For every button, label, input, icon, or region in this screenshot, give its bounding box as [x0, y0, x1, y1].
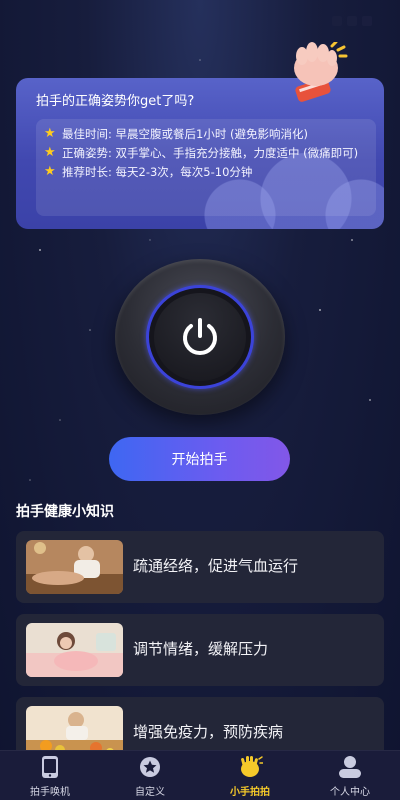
tip-title: 拍手的正确姿势你get了吗?	[36, 94, 195, 109]
star-icon: ★	[44, 145, 56, 160]
bottom-tab-bar: 拍手唤机 自定义 小手拍拍 个人中心	[0, 750, 400, 800]
tab-label: 个人中心	[330, 786, 370, 798]
knowledge-card-label: 增强免疫力，预防疾病	[133, 723, 284, 741]
tab-profile[interactable]: 个人中心	[300, 754, 400, 798]
power-button-ring	[146, 285, 254, 389]
tip-item-text: 最佳时间: 早晨空腹或餐后1小时 (避免影响消化)	[62, 127, 308, 141]
clapping-hand-illustration	[294, 42, 348, 102]
power-button-face	[154, 293, 246, 381]
tip-item-text: 推荐时长: 每天2-3次，每次5-10分钟	[62, 165, 253, 179]
user-icon	[337, 754, 363, 780]
battery-icon	[362, 16, 372, 26]
tab-little-hands[interactable]: 小手拍拍	[200, 754, 300, 798]
massage-thumbnail	[26, 540, 123, 594]
start-clapping-button[interactable]: 开始拍手	[109, 437, 290, 481]
tab-custom[interactable]: 自定义	[100, 754, 200, 798]
knowledge-card[interactable]: 疏通经络，促进气血运行	[16, 531, 384, 603]
tip-item: ★ 正确姿势: 双手掌心、手指充分接触，力度适中 (微痛即可)	[44, 145, 366, 161]
star-icon: ★	[44, 164, 56, 179]
knowledge-section-title: 拍手健康小知识	[16, 504, 114, 520]
tab-label: 拍手唤机	[30, 786, 70, 798]
tip-item: ★ 推荐时长: 每天2-3次，每次5-10分钟	[44, 164, 366, 180]
tab-label: 小手拍拍	[230, 786, 270, 798]
relaxing-woman-thumbnail	[26, 623, 123, 677]
star-badge-icon	[139, 754, 161, 780]
knowledge-card[interactable]: 调节情绪，缓解压力	[16, 614, 384, 686]
tab-clap-wake[interactable]: 拍手唤机	[0, 754, 100, 798]
tip-item: ★ 最佳时间: 早晨空腹或餐后1小时 (避免影响消化)	[44, 126, 366, 142]
status-icons	[332, 16, 372, 26]
clapping-hands-icon	[237, 754, 263, 780]
signal-icon	[332, 16, 342, 26]
tip-item-text: 正确姿势: 双手掌心、手指充分接触，力度适中 (微痛即可)	[62, 146, 359, 160]
star-icon: ★	[44, 126, 56, 141]
wifi-icon	[347, 16, 357, 26]
knowledge-card-label: 疏通经络，促进气血运行	[133, 557, 299, 575]
tip-list: ★ 最佳时间: 早晨空腹或餐后1小时 (避免影响消化) ★ 正确姿势: 双手掌心…	[36, 119, 376, 216]
power-icon	[183, 318, 217, 355]
knowledge-card-label: 调节情绪，缓解压力	[133, 640, 269, 658]
tab-label: 自定义	[135, 786, 165, 798]
status-bar	[0, 0, 400, 42]
power-button[interactable]	[115, 259, 285, 415]
phone-icon	[41, 754, 59, 780]
